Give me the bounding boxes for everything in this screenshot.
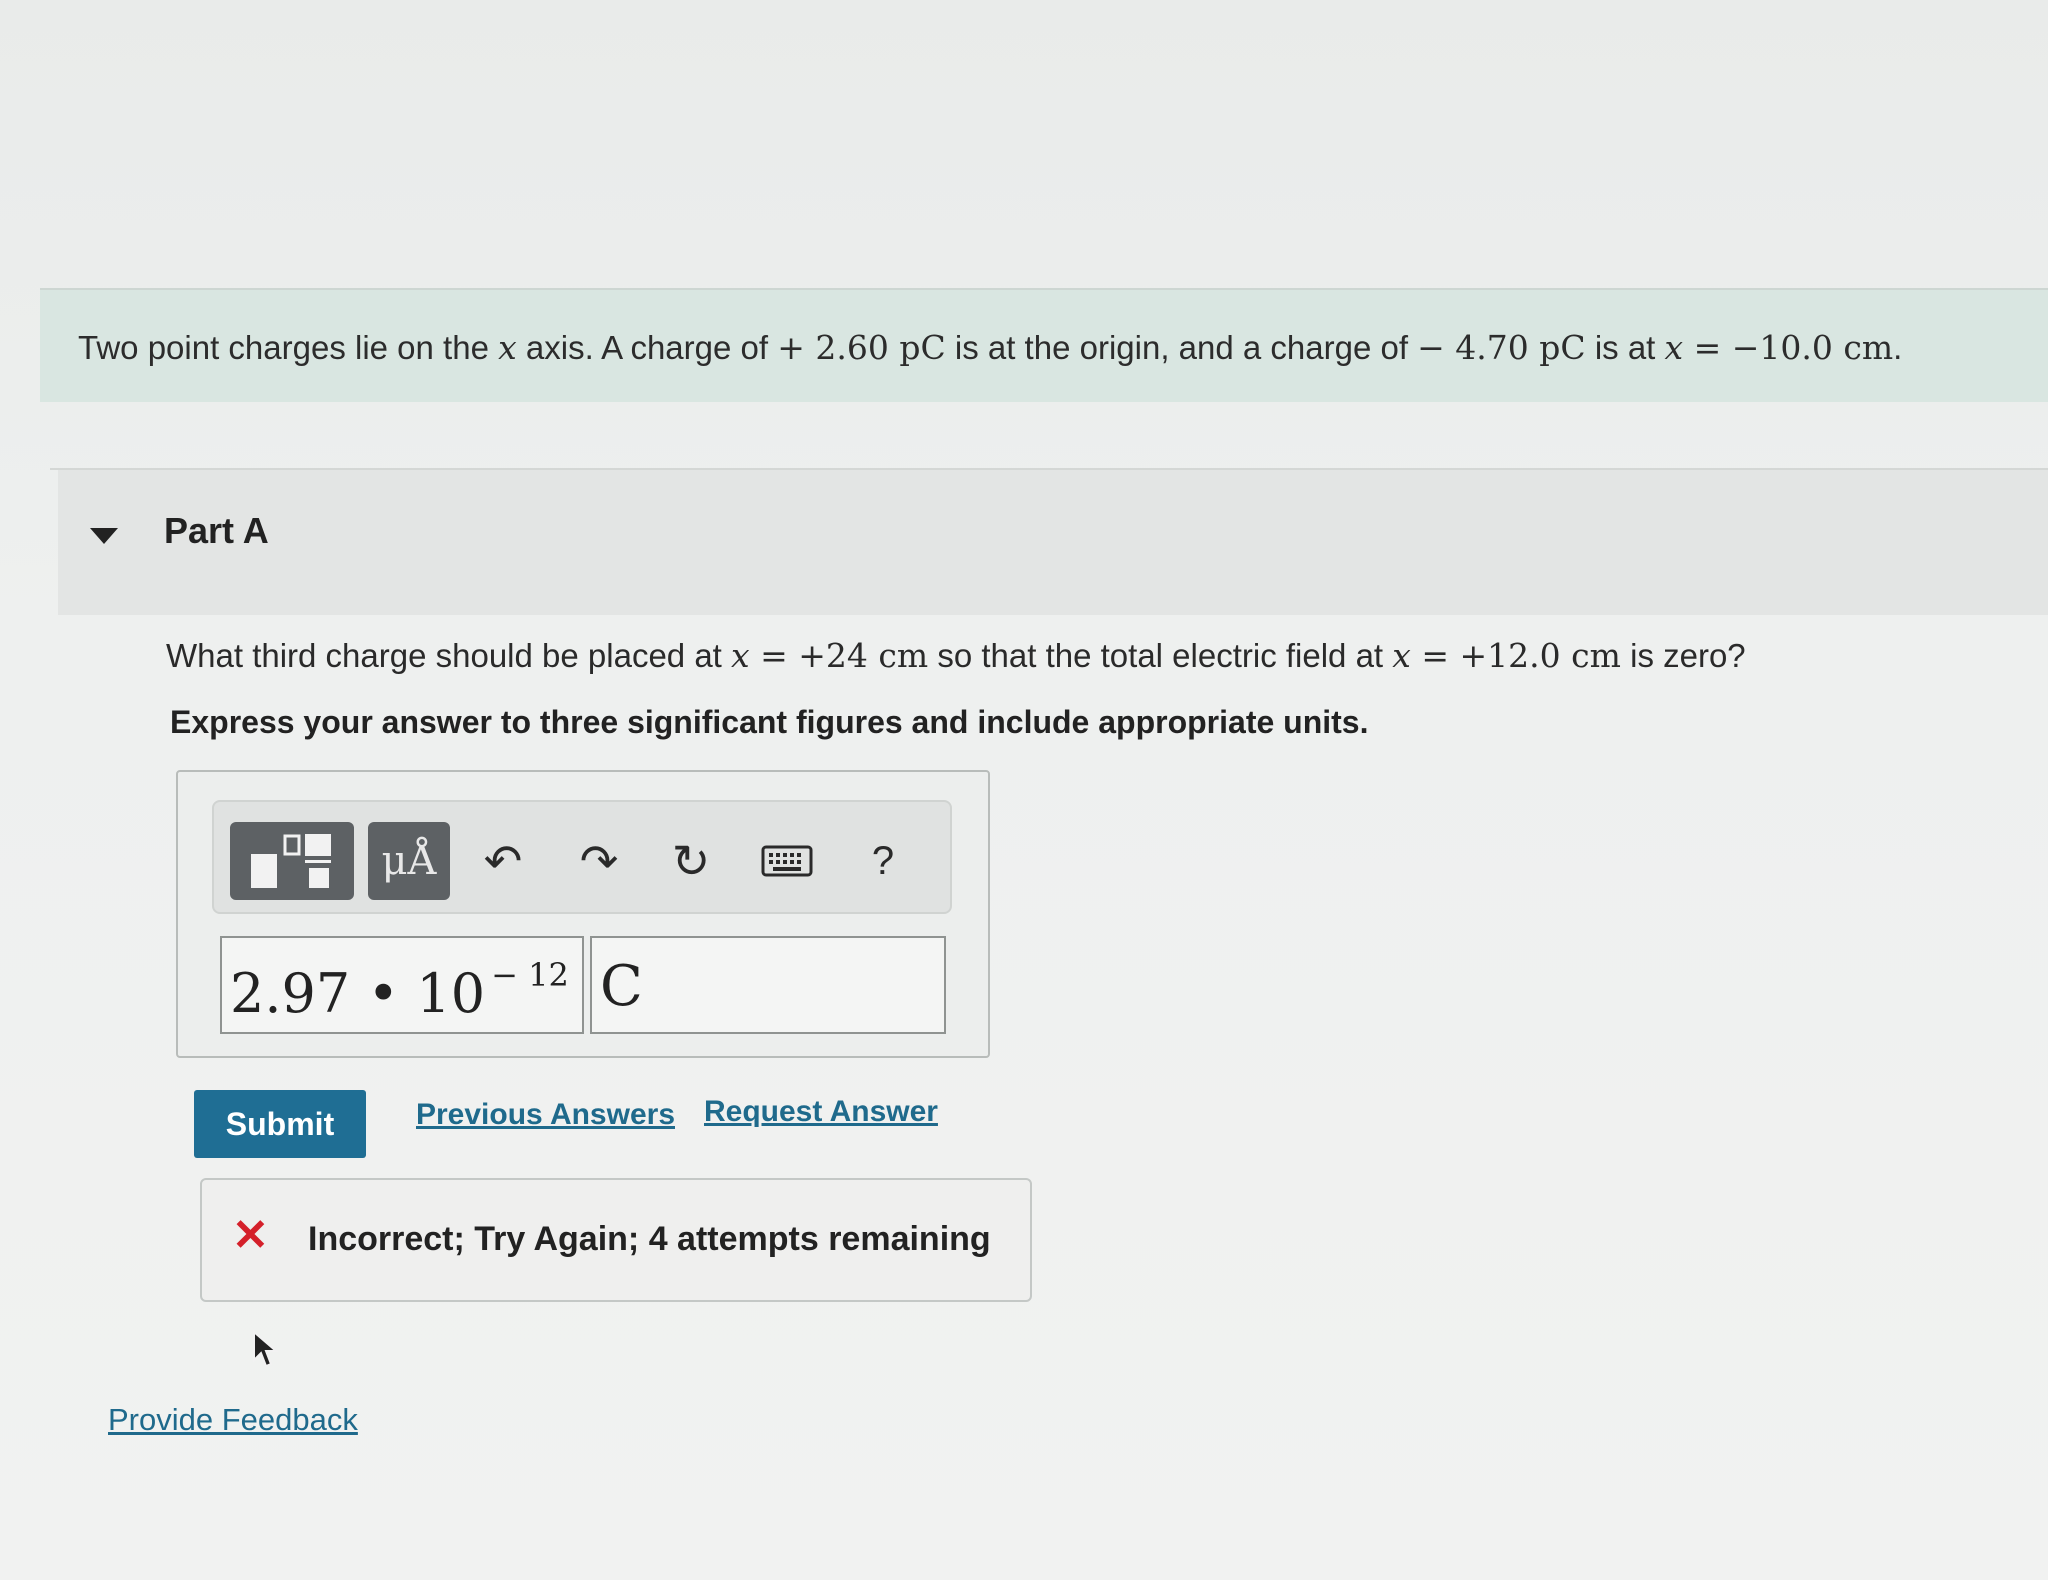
question-text: What third charge should be placed at x …	[166, 636, 1746, 675]
math-toolbar: μÅ ↶ ↷ ↻ ?	[212, 800, 952, 914]
reset-icon[interactable]: ↻	[662, 832, 720, 890]
field-point-position: = +12.0 cm	[1410, 636, 1621, 675]
units-button[interactable]: μÅ	[368, 822, 450, 900]
previous-answers-link[interactable]: Previous Answers	[416, 1098, 675, 1132]
charge-2: − 4.70 pC	[1417, 328, 1586, 367]
collapse-caret-icon[interactable]	[90, 528, 118, 544]
redo-icon[interactable]: ↷	[570, 832, 628, 890]
feedback-message: Incorrect; Try Again; 4 attempts remaini…	[308, 1220, 991, 1258]
templates-button[interactable]	[230, 822, 354, 900]
answer-unit: C	[600, 954, 643, 1019]
answer-value-input[interactable]: 2.97 • 10− 12	[220, 936, 584, 1034]
mouse-cursor-icon	[253, 1330, 279, 1368]
answer-unit-input[interactable]: C	[590, 936, 946, 1034]
part-a-header[interactable]: Part A	[58, 470, 2048, 615]
answer-exponent: − 12	[491, 956, 569, 994]
charge-1: + 2.60 pC	[777, 328, 946, 367]
part-title: Part A	[164, 510, 269, 551]
keyboard-icon[interactable]	[758, 832, 816, 890]
intro-var-x: x	[498, 328, 517, 367]
answer-instruction: Express your answer to three significant…	[170, 704, 1369, 740]
answer-mantissa: 2.97 • 10	[230, 962, 486, 1025]
answer-box: μÅ ↶ ↷ ↻ ? 2.97 • 10− 12 C	[176, 770, 990, 1058]
templates-icon	[251, 834, 331, 888]
help-icon[interactable]: ?	[854, 832, 912, 890]
undo-icon[interactable]: ↶	[474, 832, 532, 890]
incorrect-x-icon: ✕	[232, 1211, 269, 1260]
problem-intro: Two point charges lie on the x axis. A c…	[40, 288, 2048, 402]
charge-2-position: = −10.0 cm	[1683, 328, 1894, 367]
provide-feedback-link[interactable]: Provide Feedback	[108, 1402, 358, 1438]
feedback-box: ✕ Incorrect; Try Again; 4 attempts remai…	[200, 1178, 1032, 1302]
intro-text: Two point charges lie on the x axis. A c…	[78, 328, 1903, 367]
request-answer-link[interactable]: Request Answer	[704, 1095, 938, 1129]
submit-button[interactable]: Submit	[194, 1090, 366, 1158]
third-charge-position: = +24 cm	[749, 636, 929, 675]
